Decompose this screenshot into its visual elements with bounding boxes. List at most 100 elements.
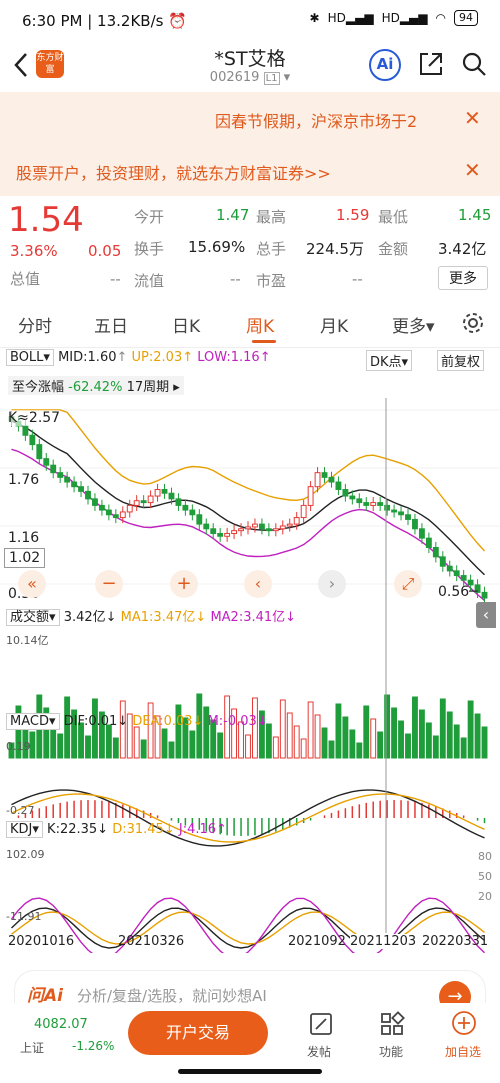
kdj-select[interactable]: KDJ▾ [6,821,43,838]
candle-body [300,504,307,519]
zoom-out-icon[interactable]: − [95,570,123,598]
volume-bar [474,713,481,759]
tab-more[interactable]: 更多▾ [392,312,435,337]
macd-select[interactable]: MACD▾ [6,713,60,730]
search-icon[interactable] [461,51,487,77]
pe-label: 市盈 [256,272,287,290]
ai-icon[interactable]: Ai [369,49,401,81]
home-indicator [178,1069,322,1074]
kdj-j: J:4.16 [178,822,217,837]
candle-body [85,490,91,500]
candle-body [203,523,210,530]
macd-bot: -0.27 [6,804,35,817]
volume-bar [432,735,439,759]
candle-body [439,556,446,567]
volume-bar [446,711,453,759]
bottom-bar: 4082.07 上证 -1.26% 开户交易 发帖 功能 加自选 [0,1003,500,1083]
candle-body [265,528,272,532]
top-bar: 东方财富 *ST艾格 002619 L1 ▾ Ai [0,40,500,92]
close-notice-icon[interactable]: ✕ [464,106,481,130]
volume-bar [286,712,293,759]
boll-up: UP:2.03 [131,350,183,365]
kline-svg[interactable] [0,398,500,953]
watch-label[interactable]: 加自选 [445,1043,481,1060]
tab-monthly-k[interactable]: 月K [320,312,348,337]
volume-bar [342,716,349,759]
adjust-select[interactable]: 前复权 [437,350,485,371]
stock-code: 002619 [209,70,260,85]
dk-select[interactable]: DK点▾ [366,350,413,371]
index-value[interactable]: 4082.07 [34,1017,88,1032]
volume-bar [57,733,64,759]
tab-5day[interactable]: 五日 [94,312,128,337]
candle-body [425,537,432,548]
zoom-in-icon[interactable]: + [170,570,198,598]
status-alarm-icon: ⏰ [168,12,187,30]
func-label[interactable]: 功能 [379,1043,403,1060]
candle-body [384,504,391,511]
tab-intraday[interactable]: 分时 [18,312,52,337]
candle-body [377,502,384,506]
function-grid-icon[interactable] [379,1011,405,1037]
volume-bar [328,740,335,759]
vol-select[interactable]: 成交额▾ [6,609,60,626]
kdj-label: KDJ [10,822,33,837]
volume-bar [349,729,356,759]
prev-icon[interactable]: ‹ [244,570,272,598]
candle-body [78,486,84,492]
candle-body [446,565,453,572]
candle-body [307,486,314,506]
add-watchlist-icon[interactable] [450,1009,478,1037]
candle-body [391,509,398,513]
candle-body [293,517,300,525]
volume-bar [335,703,342,759]
since-weeks: 17周期 [126,380,170,395]
post-label[interactable]: 发帖 [307,1043,331,1060]
active-tab-indicator [252,340,276,343]
post-edit-icon[interactable] [308,1011,334,1037]
level-tag: L1 [263,72,280,85]
scroll-left-icon[interactable]: « [18,570,46,598]
macd-dea: DEA:0.03 [132,714,193,729]
date-label-2: 20210326 [118,934,185,949]
code-dropdown-icon[interactable]: ▾ [284,70,291,85]
indicator-select[interactable]: BOLL▾ [6,349,54,366]
trade-button[interactable]: 开户交易 [128,1011,268,1055]
settings-gear-icon[interactable] [461,311,485,335]
tab-daily-k[interactable]: 日K [172,312,200,337]
price: 1.54 [8,200,84,240]
kdj-50: 50 [478,870,492,883]
volume-bar [453,724,460,759]
ad-banner[interactable]: 股票开户，投资理财，就选东方财富证券>> ✕ [0,144,500,196]
since-pct: -62.42% [68,380,123,395]
volume-value: 224.5万 [306,240,364,258]
volume-bar [321,727,328,759]
boll-mid: MID:1.60 [58,350,117,365]
signal-icon-1: HD▂▄▆ [327,11,374,25]
net2-label: HD [381,11,400,25]
candle-body [245,526,251,530]
open-value: 1.47 [216,206,250,224]
current-price-tag: 1.02 [4,548,46,568]
candle-body [453,570,460,577]
share-icon[interactable] [418,51,444,77]
more-button[interactable]: 更多 [438,266,488,290]
volume-bar [356,742,363,759]
vol-ma2: MA2:3.41亿 [210,610,286,625]
notice-banner[interactable]: 因春节假期，沪深京市场于2 ✕ [0,92,500,144]
next-icon[interactable]: › [318,570,346,598]
volume-bar [272,736,279,759]
since-change[interactable]: 至今涨幅 -62.42% 17周期 ▸ [8,376,184,395]
close-ad-icon[interactable]: ✕ [464,158,481,182]
kdj-top: 102.09 [6,848,45,861]
side-panel-toggle[interactable]: ‹ [476,602,496,628]
fullscreen-icon[interactable]: ⤢ [394,570,422,598]
candle-body [432,546,439,558]
kline-chart-area[interactable]: BOLL▾ MID:1.60↑ UP:2.03↑ LOW:1.16↑ DK点▾ … [0,348,500,953]
volume-bar [412,696,418,759]
volume-bar [85,735,91,759]
y2-label: 1.16 [8,530,40,546]
amount-value: 3.42亿 [438,240,487,258]
tab-weekly-k[interactable]: 周K [246,312,274,337]
candle-body [105,509,112,516]
